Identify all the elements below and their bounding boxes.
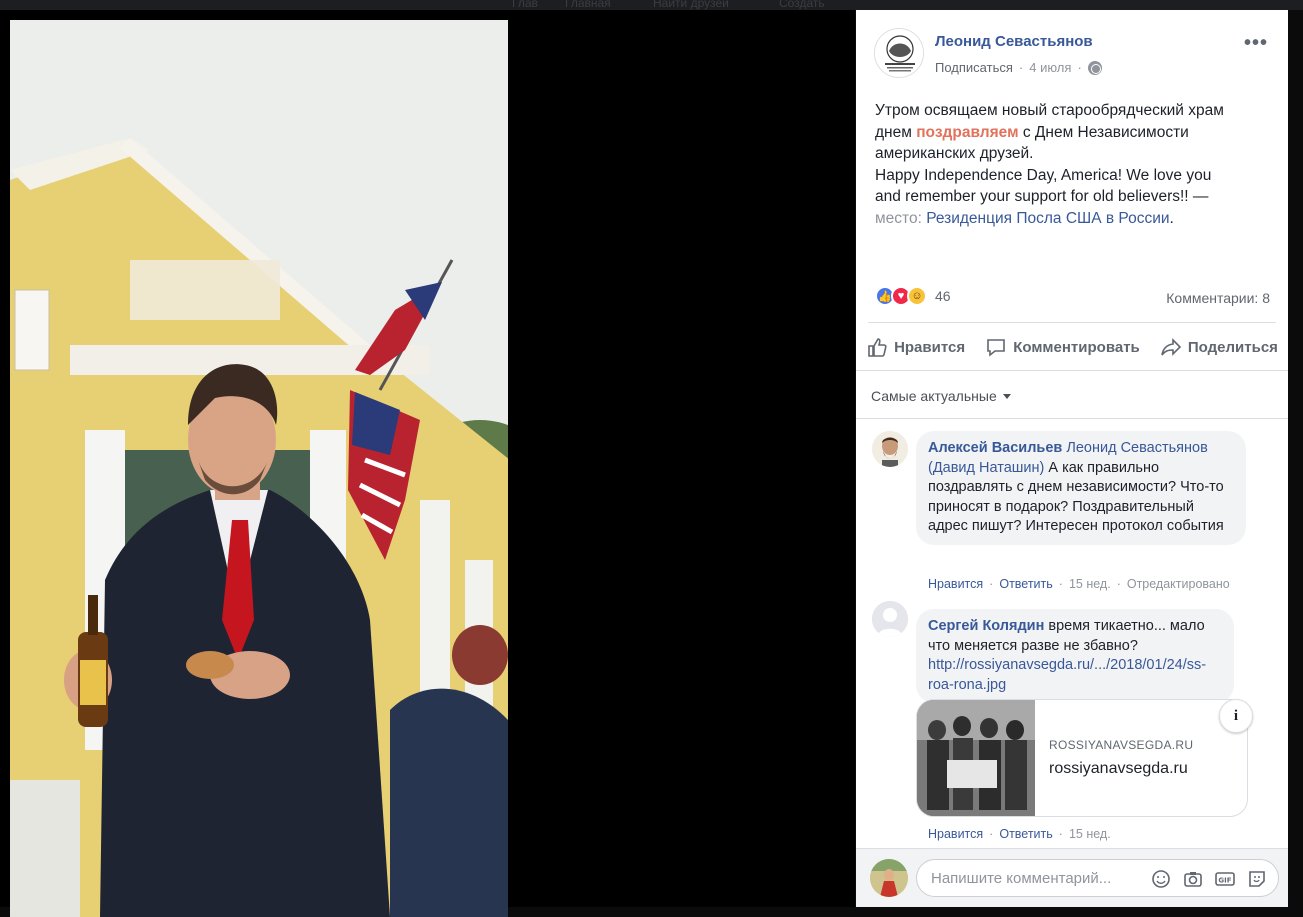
sticker-icon[interactable] bbox=[1246, 868, 1268, 890]
text-segment: днем bbox=[875, 123, 917, 141]
post-actions: Нравится Комментировать Поделиться bbox=[856, 332, 1288, 362]
comment-author[interactable]: Сергей Колядин bbox=[928, 618, 1044, 634]
share-button[interactable]: Поделиться bbox=[1160, 336, 1278, 358]
nav-item: Создать bbox=[779, 0, 825, 10]
post-header: Леонид Севастьянов Подписаться · 4 июля … bbox=[856, 10, 1288, 90]
meta-separator: · bbox=[1116, 577, 1121, 591]
meta-separator: · bbox=[989, 577, 994, 591]
nav-item: Глав bbox=[512, 0, 538, 10]
comment-bubble: Алексей Васильев Леонид Севастьянов (Дав… bbox=[916, 431, 1246, 545]
author-avatar[interactable] bbox=[874, 28, 924, 78]
subscribe-link[interactable]: Подписаться bbox=[935, 60, 1013, 75]
author-name[interactable]: Леонид Севастьянов bbox=[935, 33, 1093, 50]
globe-icon[interactable] bbox=[1087, 60, 1102, 75]
comment-age[interactable]: 15 нед. bbox=[1069, 827, 1111, 841]
post-photo[interactable] bbox=[10, 20, 508, 917]
location-prefix: место: bbox=[875, 209, 927, 227]
divider bbox=[856, 370, 1288, 371]
link-preview-domain: ROSSIYANAVSEGDA.RU bbox=[1049, 738, 1194, 752]
photo-illustration bbox=[10, 20, 508, 917]
composer-tools: GIF bbox=[1150, 868, 1268, 890]
link-preview-card[interactable]: ROSSIYANAVSEGDA.RU rossiyanavsegda.ru bbox=[916, 699, 1248, 817]
more-options-button[interactable]: ••• bbox=[1244, 32, 1268, 55]
comment-like-link[interactable]: Нравится bbox=[928, 827, 983, 841]
link-photo-illustration bbox=[917, 700, 1035, 816]
meta-separator: · bbox=[1077, 60, 1082, 75]
comment-input-placeholder: Напишите комментарий... bbox=[931, 870, 1112, 887]
comment-edited[interactable]: Отредактировано bbox=[1127, 577, 1230, 591]
comment-url-link[interactable]: http://rossiyanavsegda.ru/.../2018/01/24… bbox=[928, 657, 1206, 693]
post-time[interactable]: 4 июля bbox=[1029, 60, 1071, 75]
post-text-line: американских друзей. bbox=[875, 145, 1034, 163]
location-suffix: . bbox=[1169, 209, 1174, 227]
reactions-summary[interactable]: 👍 ♥ ☺ 46 bbox=[875, 286, 951, 306]
meta-separator: · bbox=[1018, 60, 1024, 75]
comment-reply-link[interactable]: Ответить bbox=[999, 827, 1052, 841]
gif-icon[interactable]: GIF bbox=[1214, 868, 1236, 890]
default-avatar-icon bbox=[872, 601, 908, 637]
svg-text:GIF: GIF bbox=[1218, 877, 1231, 885]
post-text-line: and remember your support for old believ… bbox=[875, 188, 1209, 206]
caret-down-icon bbox=[1002, 393, 1011, 399]
comment-meta: Нравится · Ответить · 15 нед. bbox=[928, 827, 1111, 841]
avatar-painting-icon bbox=[870, 859, 908, 897]
avatar-engraving-icon bbox=[875, 29, 923, 77]
comment-bubble: Сергей Колядин время тикаетно... мало чт… bbox=[916, 609, 1234, 703]
comment-input[interactable]: Напишите комментарий... GIF bbox=[916, 859, 1279, 897]
nav-item: Главная bbox=[565, 0, 611, 10]
comment-button-label: Комментировать bbox=[1013, 338, 1140, 356]
comment-button[interactable]: Комментировать bbox=[985, 336, 1140, 358]
like-button-label: Нравится bbox=[894, 338, 966, 356]
comment-sort-dropdown[interactable]: Самые актуальные bbox=[871, 388, 1011, 404]
post-text: Утром освящаем новый старообрядческий хр… bbox=[875, 100, 1270, 230]
post-location-line: место: Резиденция Посла США в России. bbox=[875, 208, 1270, 230]
haha-reaction-icon: ☺ bbox=[907, 286, 927, 306]
link-preview-title: rossiyanavsegda.ru bbox=[1049, 760, 1188, 777]
comment-composer: Напишите комментарий... GIF bbox=[856, 848, 1288, 907]
nav-item: Найти друзей bbox=[653, 0, 729, 10]
avatar-portrait-icon bbox=[872, 431, 908, 467]
comment-author[interactable]: Алексей Васильев bbox=[928, 440, 1062, 456]
divider bbox=[868, 322, 1276, 323]
comment-reply-link[interactable]: Ответить bbox=[999, 577, 1052, 591]
meta-separator: · bbox=[989, 827, 994, 841]
post-text-line: днем поздравляем с Днем Независимости bbox=[875, 122, 1270, 144]
comment-meta: Нравится · Ответить · 15 нед. · Отредакт… bbox=[928, 577, 1230, 591]
share-icon bbox=[1161, 338, 1182, 356]
like-button[interactable]: Нравится bbox=[866, 336, 965, 358]
comment-icon bbox=[987, 339, 1006, 357]
post-meta: Подписаться · 4 июля · bbox=[935, 60, 1102, 75]
info-icon[interactable]: i bbox=[1219, 699, 1253, 733]
background-top-navigation: Глав Главная Найти друзей Создать bbox=[0, 0, 1303, 10]
camera-icon[interactable] bbox=[1182, 868, 1204, 890]
emoji-icon[interactable] bbox=[1150, 868, 1172, 890]
current-user-avatar[interactable] bbox=[870, 859, 908, 897]
post-text-line: Утром освящаем новый старообрядческий хр… bbox=[875, 102, 1224, 119]
comment-age[interactable]: 15 нед. bbox=[1069, 577, 1111, 591]
post-panel: Леонид Севастьянов Подписаться · 4 июля … bbox=[856, 10, 1288, 907]
location-link[interactable]: Резиденция Посла США в России bbox=[926, 210, 1169, 227]
meta-separator: · bbox=[1058, 827, 1063, 841]
share-button-label: Поделиться bbox=[1187, 338, 1278, 356]
comments-count[interactable]: Комментарии: 8 bbox=[1166, 290, 1270, 306]
post-text-line: Happy Independence Day, America! We love… bbox=[875, 166, 1212, 184]
comment-avatar[interactable] bbox=[872, 431, 908, 467]
comment-avatar[interactable] bbox=[872, 601, 908, 637]
like-icon bbox=[868, 338, 887, 357]
highlighted-word: поздравляем bbox=[916, 123, 1019, 141]
reactions-count: 46 bbox=[935, 288, 951, 304]
text-segment: с Днем Независимости bbox=[1018, 123, 1189, 141]
link-preview-thumbnail bbox=[917, 700, 1035, 816]
photo-viewer bbox=[0, 10, 855, 917]
comment-like-link[interactable]: Нравится bbox=[928, 577, 983, 591]
comment-sort-label: Самые актуальные bbox=[871, 388, 997, 404]
comments-list: Алексей Васильев Леонид Севастьянов (Дав… bbox=[856, 418, 1288, 858]
meta-separator: · bbox=[1058, 577, 1063, 591]
